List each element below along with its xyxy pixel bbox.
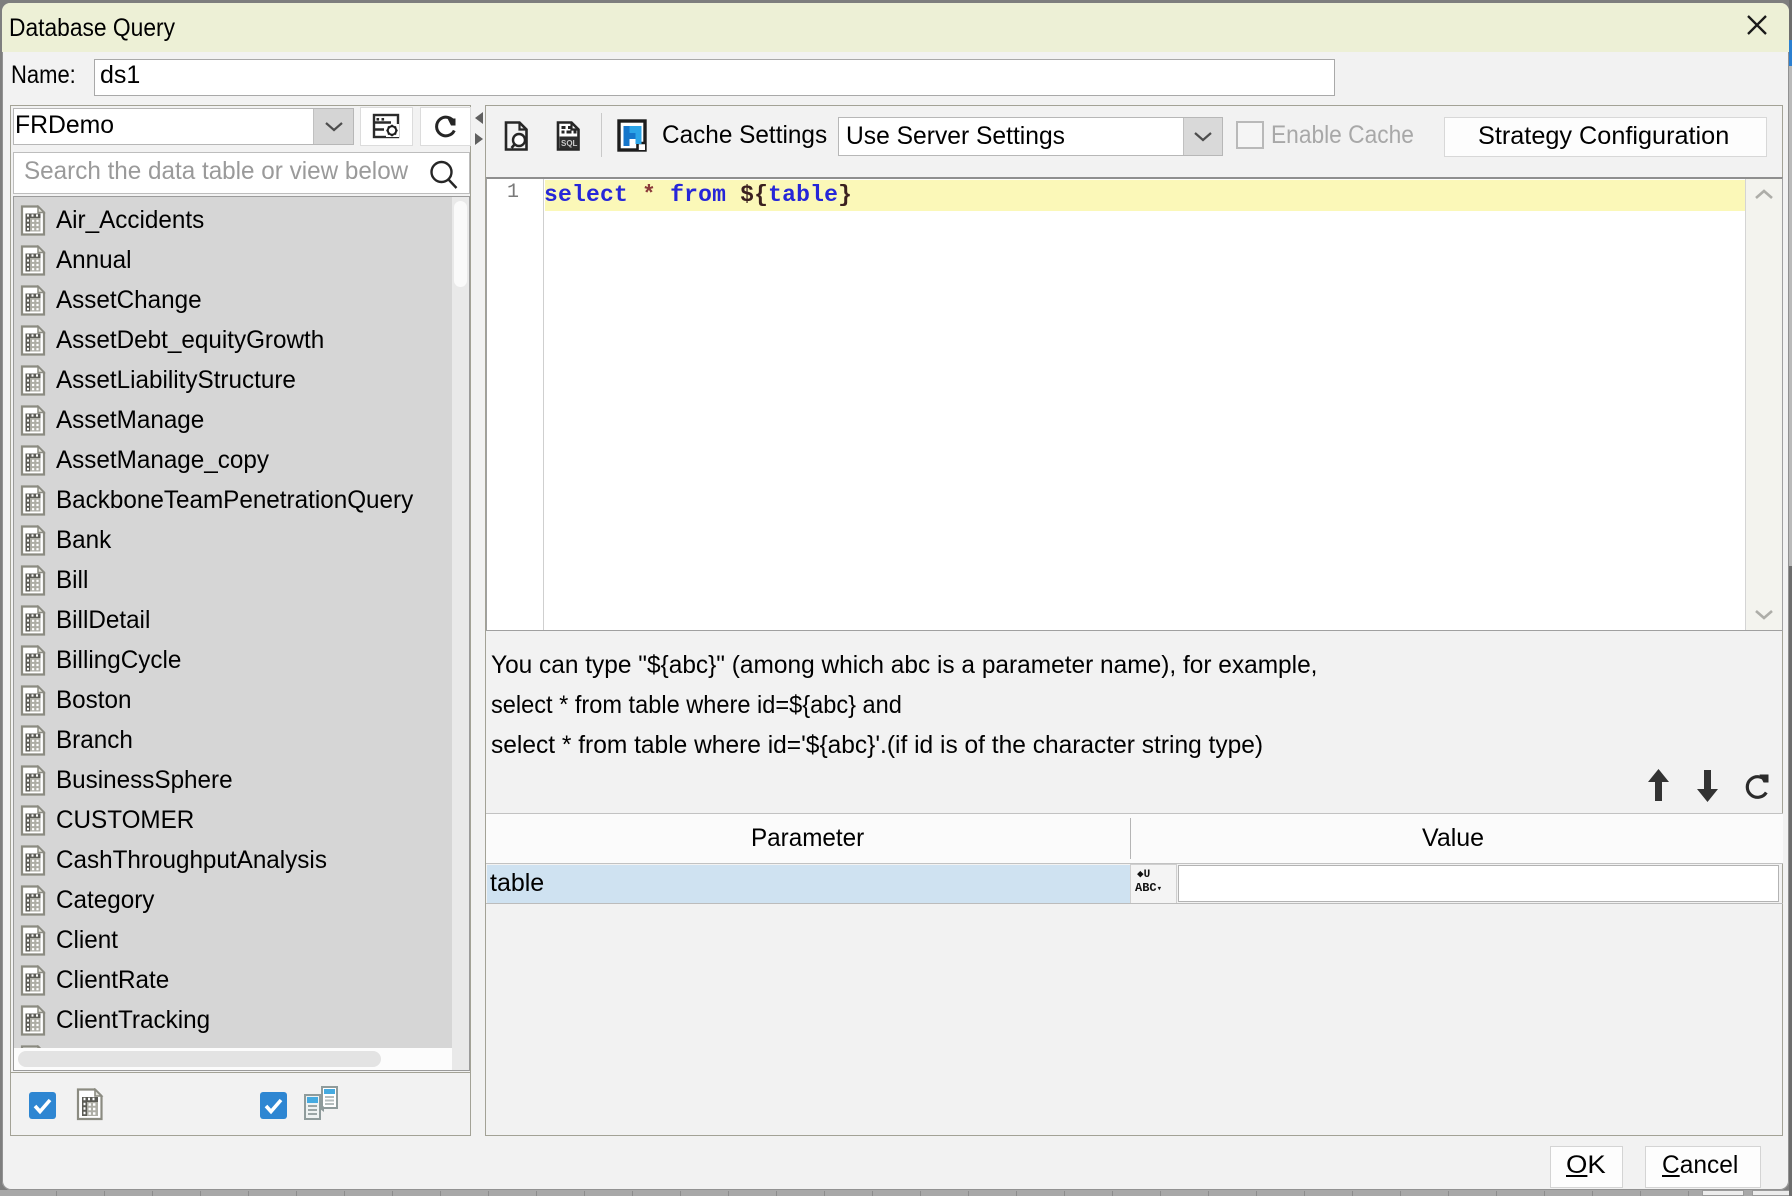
svg-text:SQL: SQL (561, 139, 578, 148)
